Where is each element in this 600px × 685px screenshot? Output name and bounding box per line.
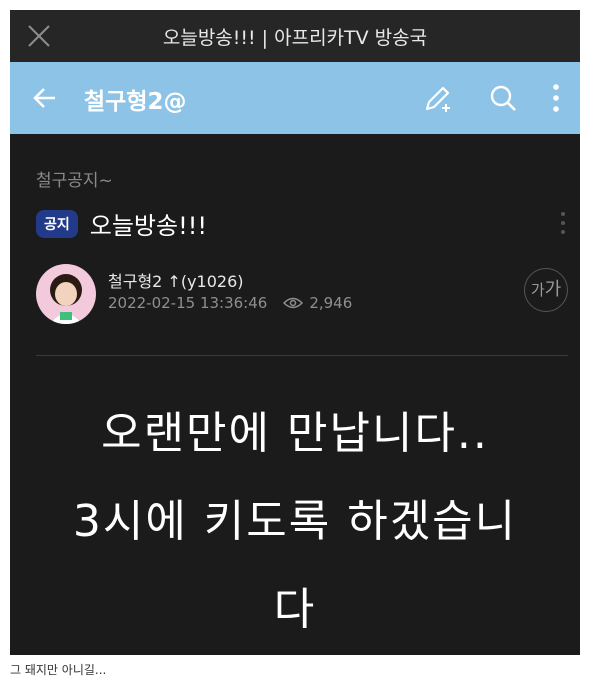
avatar[interactable] bbox=[36, 264, 96, 324]
view-count: 2,946 bbox=[309, 294, 353, 312]
edit-pencil-icon[interactable] bbox=[422, 82, 454, 114]
post-body-line: 3시에 키도록 하겠습니 bbox=[72, 496, 518, 547]
more-vertical-icon[interactable] bbox=[550, 82, 562, 114]
post-more-icon[interactable] bbox=[558, 210, 568, 236]
author-name[interactable]: 철구형2 ↑(y1026) bbox=[108, 268, 244, 292]
window-title-bar: 오늘방송!!! | 아프리카TV 방송국 bbox=[10, 10, 580, 62]
back-arrow-icon[interactable] bbox=[32, 85, 58, 111]
window-title: 오늘방송!!! | 아프리카TV 방송국 bbox=[162, 26, 428, 49]
post-body: 오랜만에 만납니다.. 3시에 키도록 하겠습니 다 bbox=[10, 390, 580, 654]
eye-icon bbox=[283, 297, 304, 309]
post-category[interactable]: 철구공지~ bbox=[36, 166, 113, 191]
post-body-line: 다 bbox=[273, 584, 317, 635]
divider bbox=[36, 355, 568, 356]
post-body-line: 오랜만에 만납니다.. bbox=[101, 408, 489, 459]
post-meta: 2022-02-15 13:36:46 2,946 bbox=[108, 294, 352, 312]
search-icon[interactable] bbox=[488, 83, 518, 113]
close-icon[interactable] bbox=[26, 23, 52, 49]
font-size-button[interactable]: 가가 bbox=[524, 268, 568, 312]
post-title: 오늘방송!!! bbox=[89, 212, 207, 240]
board-name: 철구형2@ bbox=[84, 89, 187, 115]
app-bar: 철구형2@ bbox=[10, 62, 580, 134]
font-size-large-label: 가 bbox=[544, 279, 562, 300]
post-datetime: 2022-02-15 13:36:46 bbox=[108, 294, 268, 312]
post-title-row: 공지 오늘방송!!! bbox=[36, 206, 207, 241]
phone-screen: 오늘방송!!! | 아프리카TV 방송국 철구형2@ 철구공지~ 공지 오늘방송… bbox=[10, 10, 580, 655]
font-size-small-label: 가 bbox=[530, 281, 545, 299]
image-caption: 그 돼지만 아니길... bbox=[10, 663, 107, 677]
notice-badge: 공지 bbox=[36, 209, 78, 238]
